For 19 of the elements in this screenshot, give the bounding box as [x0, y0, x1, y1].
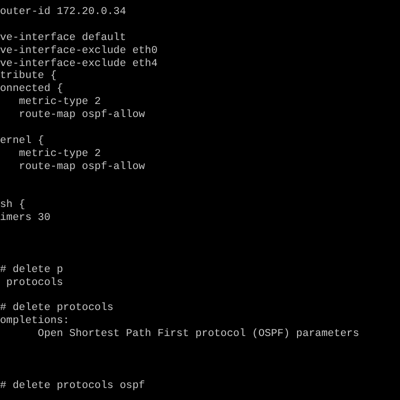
terminal-line: ompletions: [0, 315, 70, 328]
terminal-line: ve-interface-exclude eth0 [0, 44, 158, 58]
terminal-line: outer-id 172.20.0.34 [0, 6, 126, 19]
terminal-line: ve-interface default [0, 32, 126, 45]
terminal-line: ve-interface-exclude eth4 [0, 58, 158, 70]
terminal-line: metric-type 2 [18, 148, 101, 161]
terminal-line: route-map ospf-allow [18, 160, 145, 174]
terminal-line: sh { [0, 199, 26, 212]
terminal-line: tribute { [0, 70, 57, 83]
terminal-line: protocols [5, 276, 64, 290]
terminal-line: # delete protocols ospf [0, 380, 145, 393]
terminal-line: imers 30 [0, 212, 50, 226]
terminal-line: ernel { [0, 134, 44, 148]
terminal-line: metric-type 2 [18, 96, 101, 109]
terminal-line: # delete protocols [0, 302, 114, 315]
terminal-line: route-map ospf-allow [18, 109, 145, 122]
terminal-line: onnected { [0, 83, 64, 96]
terminal-line: # delete p [0, 264, 64, 277]
terminal-line: Open Shortest Path First protocol (OSPF) parameters [36, 328, 360, 342]
